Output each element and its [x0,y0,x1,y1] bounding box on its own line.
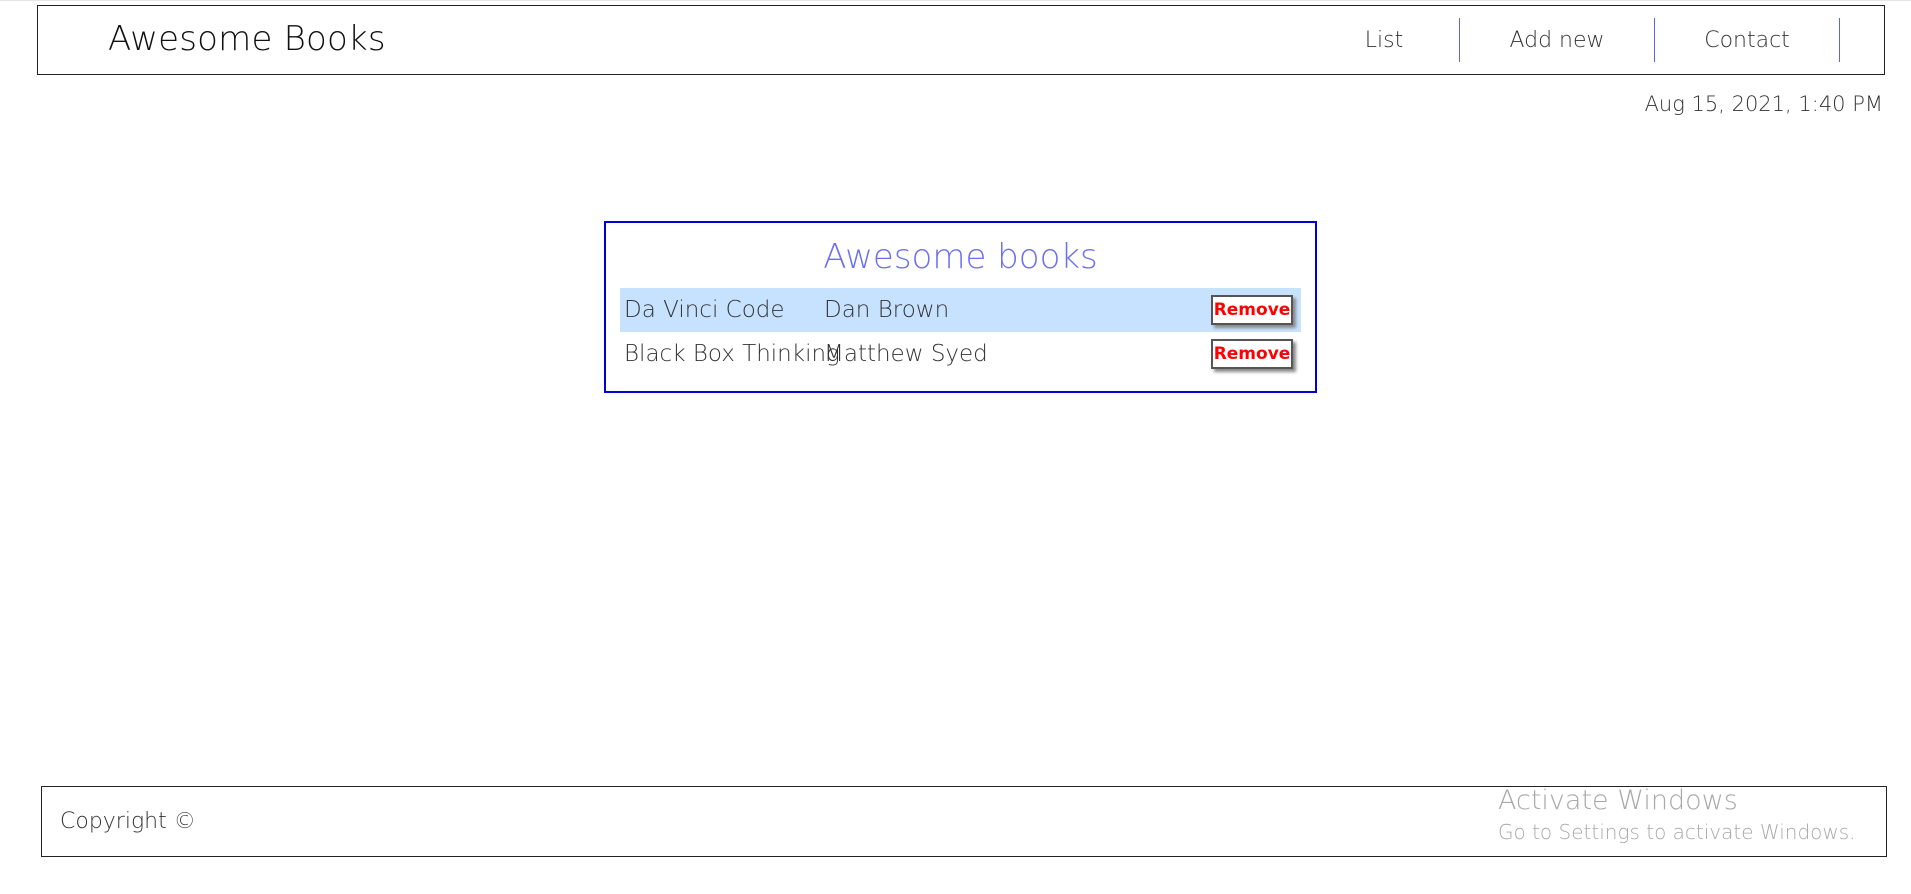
watermark-subtitle: Go to Settings to activate Windows. [1498,820,1856,844]
site-header: Awesome Books List Add new Contact [37,5,1885,75]
nav-add-new-link[interactable]: Add new [1460,18,1655,62]
top-hairline [0,0,1911,1]
activate-windows-watermark: Activate Windows Go to Settings to activ… [1498,784,1856,846]
copyright-text: Copyright © [60,809,196,834]
book-row: Da Vinci Code Dan Brown Remove [620,288,1301,332]
book-row: Black Box Thinking Matthew Syed Remove [620,332,1301,376]
books-list-panel: Awesome books Da Vinci Code Dan Brown Re… [604,221,1317,393]
book-author: Matthew Syed [824,341,988,367]
nav-contact-link[interactable]: Contact [1655,18,1840,62]
current-datetime: Aug 15, 2021, 1:40 PM [1644,92,1883,116]
remove-book-button[interactable]: Remove [1211,295,1293,325]
book-title: Da Vinci Code [624,297,785,323]
main-nav: List Add new Contact [1309,18,1840,62]
books-list-title: Awesome books [823,237,1098,277]
book-title: Black Box Thinking [624,341,840,367]
brand-title: Awesome Books [108,19,386,59]
remove-book-button[interactable]: Remove [1211,339,1293,369]
book-author: Dan Brown [824,297,950,323]
nav-list-link[interactable]: List [1309,18,1460,62]
watermark-title: Activate Windows [1498,785,1738,816]
